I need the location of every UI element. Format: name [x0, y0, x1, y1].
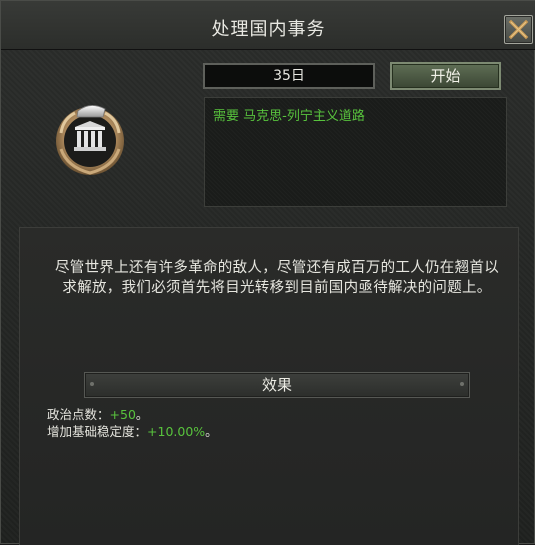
government-building-laurel-icon: [56, 105, 124, 175]
start-button[interactable]: 开始: [390, 62, 501, 90]
requirement-text: 需要 马克思-列宁主义道路: [213, 109, 365, 124]
close-button[interactable]: [504, 15, 533, 44]
window-title: 处理国内事务: [211, 19, 326, 40]
rivet-icon: [90, 382, 94, 386]
rivet-icon: [460, 382, 464, 386]
effect-suffix: 。: [205, 424, 218, 439]
effect-suffix: 。: [135, 407, 149, 422]
effect-line-stability: 增加基础稳定度：+10.00%。: [47, 421, 218, 440]
effect-label: 增加基础稳定度：: [47, 424, 148, 439]
duration-display: 35日: [203, 63, 375, 89]
effects-header-label: 效果: [261, 376, 292, 394]
title-bar: 处理国内事务: [1, 1, 535, 50]
effect-label: 政治点数：: [47, 407, 110, 422]
content-panel: 尽管世界上还有许多革命的敌人，尽管还有成百万的工人仍在翘首以求解放，我们必须首先…: [19, 227, 519, 545]
effects-header: 效果: [84, 372, 470, 398]
requirement-panel: 需要 马克思-列宁主义道路: [204, 97, 507, 207]
effect-value: +50: [109, 407, 136, 422]
decision-window: 处理国内事务 35日 开始 需要 马克思-列宁主义道路 尽管世界上还有许多革命的…: [0, 0, 535, 545]
close-x-icon: [508, 19, 529, 40]
effect-value: +10.00%: [147, 424, 206, 439]
decision-description: 尽管世界上还有许多革命的敌人，尽管还有成百万的工人仍在翘首以求解放，我们必须首先…: [55, 260, 499, 296]
